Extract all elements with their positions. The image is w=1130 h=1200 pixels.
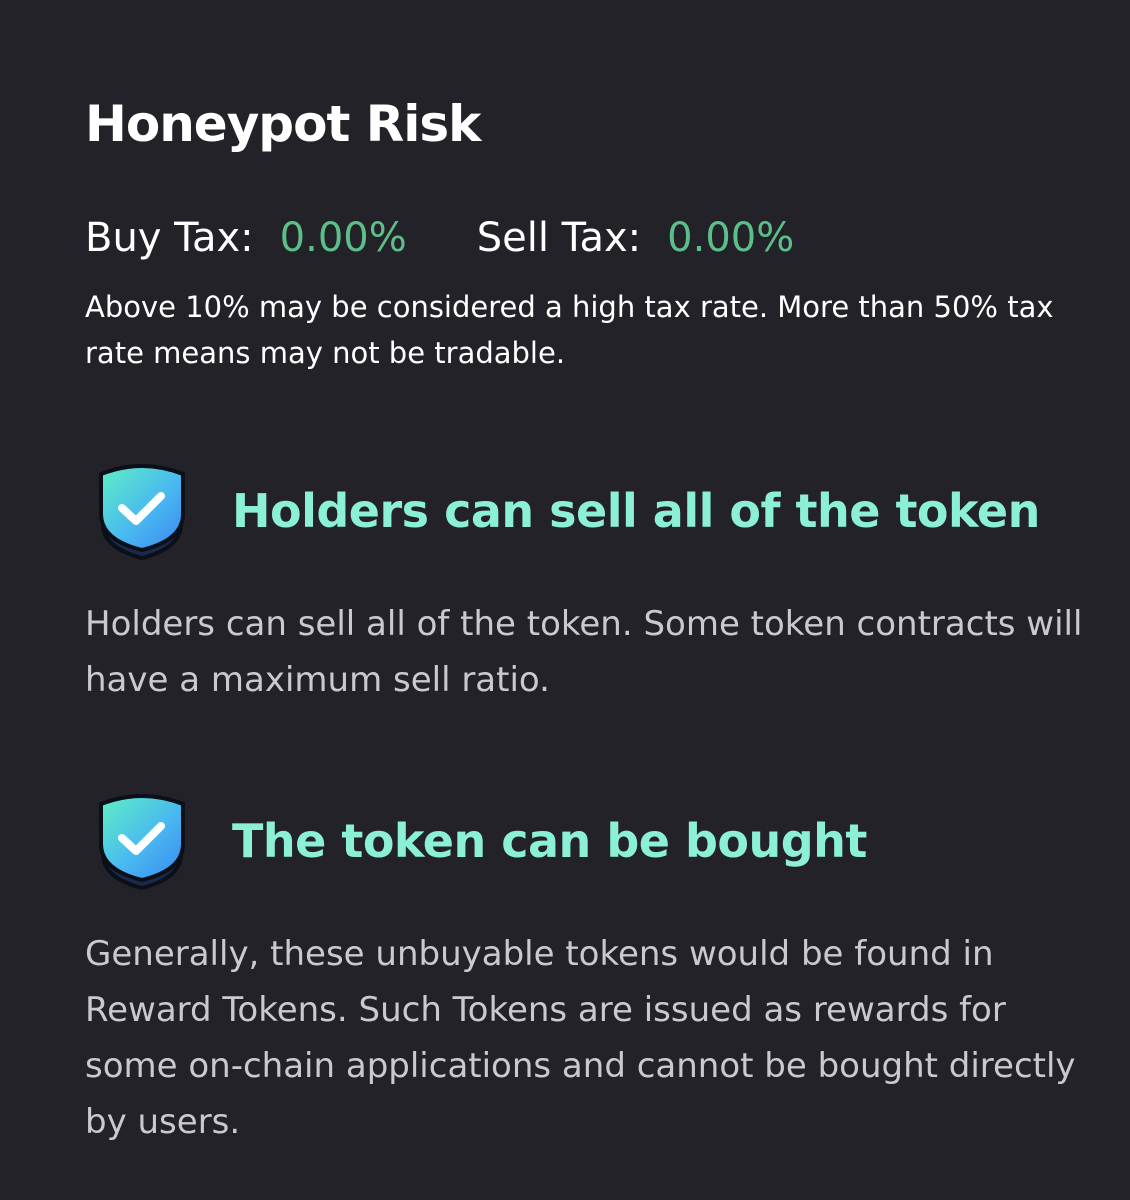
- shield-check-icon: [99, 794, 185, 890]
- buy-tax-value: 0.00%: [279, 215, 407, 261]
- tax-row: Buy Tax: 0.00% Sell Tax: 0.00%: [85, 208, 794, 268]
- tax-note: Above 10% may be considered a high tax r…: [85, 290, 1054, 370]
- check-description: Holders can sell all of the token. Some …: [85, 604, 1083, 700]
- buy-tax-label: Buy Tax:: [85, 215, 254, 261]
- check-title: The token can be bought: [232, 814, 867, 868]
- shield-check-icon: [99, 464, 185, 560]
- honeypot-risk-panel: Honeypot Risk Buy Tax: 0.00% Sell Tax: 0.0…: [0, 0, 1130, 1200]
- check-description: Generally, these unbuyable tokens would …: [85, 934, 1076, 1142]
- sell-tax: Sell Tax: 0.00%: [477, 215, 795, 261]
- sell-tax-value: 0.00%: [667, 215, 795, 261]
- buy-tax: Buy Tax: 0.00%: [85, 215, 407, 261]
- check-title: Holders can sell all of the token: [232, 484, 1040, 538]
- section-title: Honeypot Risk: [85, 95, 481, 153]
- sell-tax-label: Sell Tax:: [476, 215, 642, 261]
